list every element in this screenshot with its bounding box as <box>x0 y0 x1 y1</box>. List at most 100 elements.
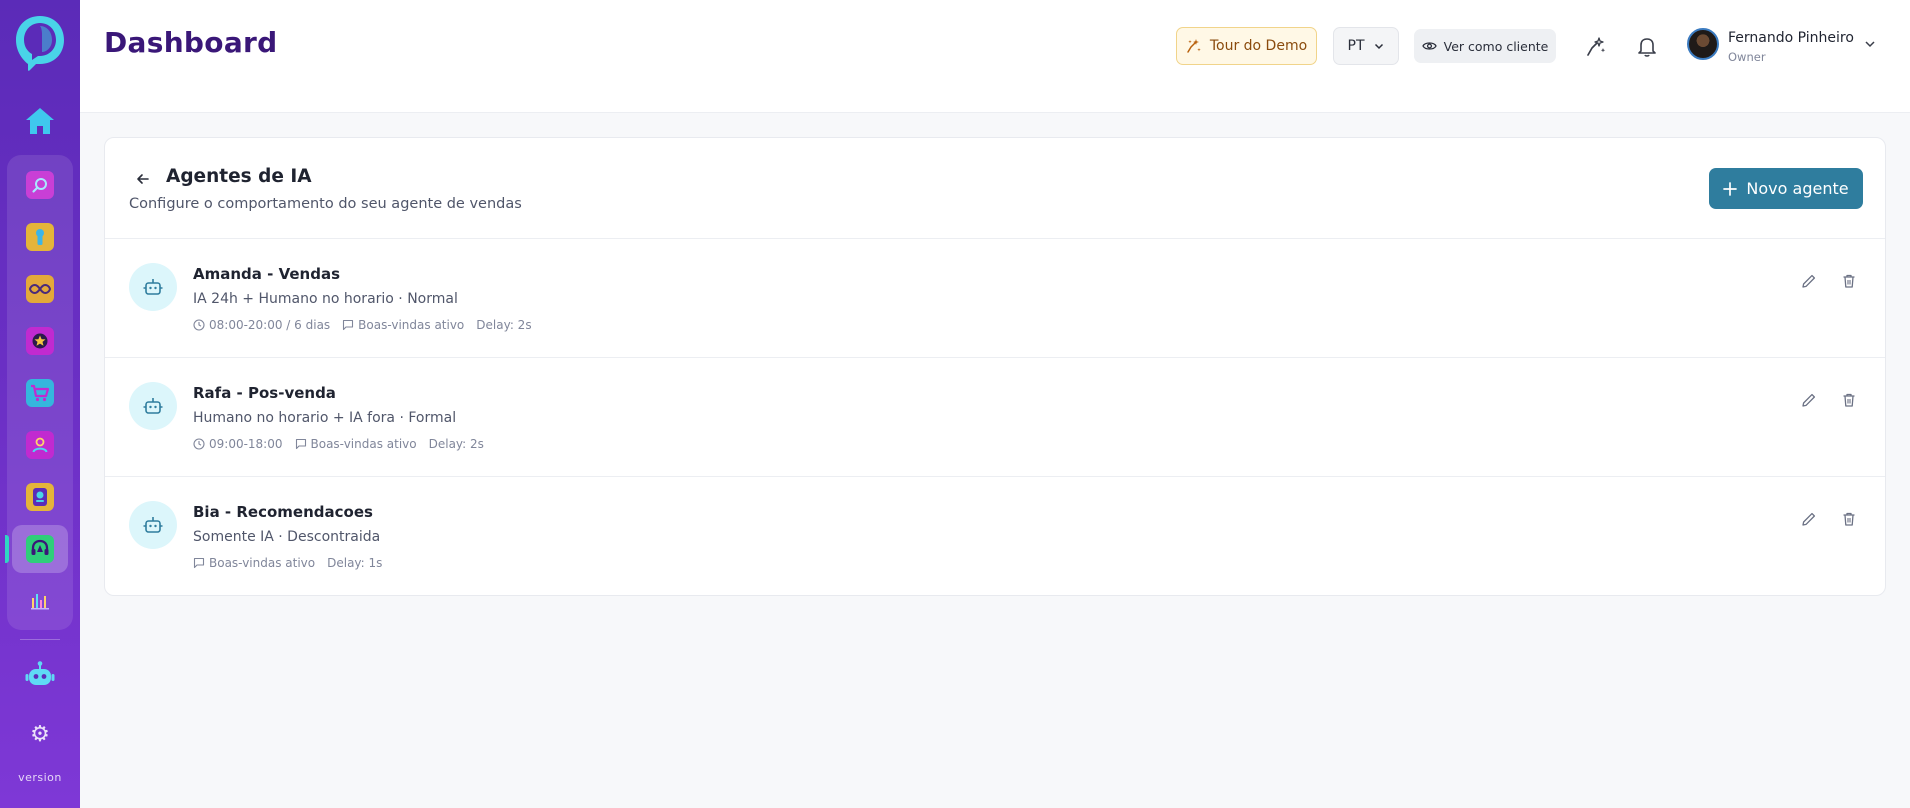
clock-icon <box>193 438 205 450</box>
app-contacts[interactable] <box>12 421 68 469</box>
keyhole-icon <box>26 223 54 251</box>
sparkles-icon <box>1187 39 1201 53</box>
card-subtitle: Configure o comportamento do seu agente … <box>129 196 522 212</box>
pencil-icon <box>1802 512 1816 526</box>
sidebar-divider <box>20 639 60 640</box>
agent-meta: Boas-vindas ativo Delay: 1s <box>193 556 382 570</box>
agent-delay: Delay: 1s <box>327 556 383 570</box>
agent-avatar <box>129 501 177 549</box>
trash-icon <box>1843 274 1855 288</box>
agent-meta: 09:00-18:00 Boas-vindas ativo Delay: 2s <box>193 437 484 451</box>
cart-icon <box>26 379 54 407</box>
headset-icon <box>26 535 54 563</box>
language-value: PT <box>1347 38 1365 54</box>
edit-agent-button[interactable] <box>1797 269 1821 293</box>
settings-button[interactable]: ⚙ <box>20 718 60 750</box>
message-icon <box>295 438 306 450</box>
arrow-left-icon <box>137 174 149 184</box>
tour-demo-button[interactable]: Tour do Demo <box>1176 27 1317 65</box>
agent-avatar <box>129 263 177 311</box>
star-icon <box>26 327 54 355</box>
version-label: version <box>18 771 62 784</box>
delete-agent-button[interactable] <box>1837 269 1861 293</box>
agent-name: Bia - Recomendacoes <box>193 503 373 521</box>
user-name: Fernando Pinheiro <box>1728 30 1854 46</box>
magic-wand-icon <box>1587 37 1606 56</box>
page-title: Dashboard <box>104 26 278 59</box>
edit-agent-button[interactable] <box>1797 507 1821 531</box>
agent-welcome: Boas-vindas ativo <box>295 437 417 451</box>
robot-icon <box>143 517 163 533</box>
user-role: Owner <box>1728 50 1766 64</box>
language-select[interactable]: PT <box>1333 27 1399 65</box>
delete-agent-button[interactable] <box>1837 388 1861 412</box>
agent-avatar <box>129 382 177 430</box>
trash-icon <box>1843 512 1855 526</box>
app-search[interactable] <box>12 161 68 209</box>
view-as-client-button[interactable]: Ver como cliente <box>1414 29 1556 63</box>
message-icon <box>193 557 205 569</box>
agent-hours-text: 08:00-20:00 / 6 dias <box>209 318 331 332</box>
card-title: Agentes de IA <box>166 166 312 187</box>
pencil-icon <box>1802 393 1816 407</box>
edit-agent-button[interactable] <box>1797 388 1821 412</box>
agent-welcome-text: Boas-vindas ativo <box>209 556 316 570</box>
agent-welcome: Boas-vindas ativo <box>193 556 315 570</box>
new-agent-button[interactable]: Novo agente <box>1709 168 1863 209</box>
agent-delay: Delay: 2s <box>428 437 484 451</box>
agent-welcome-text: Boas-vindas ativo <box>310 437 417 451</box>
bot-button[interactable] <box>20 656 60 692</box>
agents-card: Agentes de IA Configure o comportamento … <box>104 137 1886 596</box>
app-infinity[interactable] <box>12 265 68 313</box>
bar-chart-icon <box>26 587 54 615</box>
chevron-down-icon <box>1374 43 1383 50</box>
agent-name: Amanda - Vendas <box>193 265 340 283</box>
app-agent[interactable] <box>5 525 68 573</box>
new-agent-label: Novo agente <box>1746 179 1849 198</box>
app-launcher <box>5 155 73 630</box>
back-button[interactable] <box>133 169 153 189</box>
notifications-button[interactable] <box>1631 31 1663 63</box>
view-as-client-label: Ver como cliente <box>1443 38 1549 54</box>
ai-assistant-button[interactable] <box>1580 31 1612 63</box>
bell-icon <box>1638 38 1656 57</box>
agent-row: Amanda - Vendas IA 24h + Humano no horar… <box>105 239 1885 358</box>
app-cart[interactable] <box>12 369 68 417</box>
robot-icon <box>25 661 55 685</box>
robot-icon <box>143 279 163 295</box>
home-icon <box>26 108 54 134</box>
agent-name: Rafa - Pos-venda <box>193 384 336 402</box>
card-header: Agentes de IA Configure o comportamento … <box>105 138 1885 239</box>
agent-description: Humano no horario + IA fora · Formal <box>193 410 457 426</box>
agent-hours: 08:00-20:00 / 6 dias <box>193 318 330 332</box>
app-analytics[interactable] <box>12 577 68 625</box>
infinity-icon <box>26 275 54 303</box>
logo[interactable] <box>14 14 66 72</box>
app-badge[interactable] <box>12 473 68 521</box>
message-icon <box>343 319 354 331</box>
robot-icon <box>143 398 163 414</box>
delete-agent-button[interactable] <box>1837 507 1861 531</box>
tour-demo-label: Tour do Demo <box>1209 38 1308 54</box>
user-icon <box>26 431 54 459</box>
home-button[interactable] <box>20 104 60 138</box>
gear-icon: ⚙ <box>30 721 50 747</box>
chevron-down-icon <box>1865 41 1875 48</box>
agent-hours-text: 09:00-18:00 <box>209 437 283 451</box>
agent-hours: 09:00-18:00 <box>193 437 283 451</box>
eye-icon <box>1421 42 1437 50</box>
trash-icon <box>1843 393 1855 407</box>
top-header: Dashboard Tour do Demo PT Ver como clien… <box>80 0 1910 113</box>
active-indicator <box>5 535 9 563</box>
badge-icon <box>26 483 54 511</box>
app-keyhole[interactable] <box>12 213 68 261</box>
agent-meta: 08:00-20:00 / 6 dias Boas-vindas ativo D… <box>193 318 532 332</box>
agent-welcome-text: Boas-vindas ativo <box>358 318 465 332</box>
user-menu[interactable]: Fernando Pinheiro Owner <box>1687 26 1887 66</box>
avatar <box>1687 28 1719 60</box>
plus-icon <box>1723 181 1738 196</box>
agent-welcome: Boas-vindas ativo <box>342 318 464 332</box>
agent-row: Rafa - Pos-venda Humano no horario + IA … <box>105 358 1885 477</box>
agent-row: Bia - Recomendacoes Somente IA · Descont… <box>105 477 1885 596</box>
app-star[interactable] <box>12 317 68 365</box>
